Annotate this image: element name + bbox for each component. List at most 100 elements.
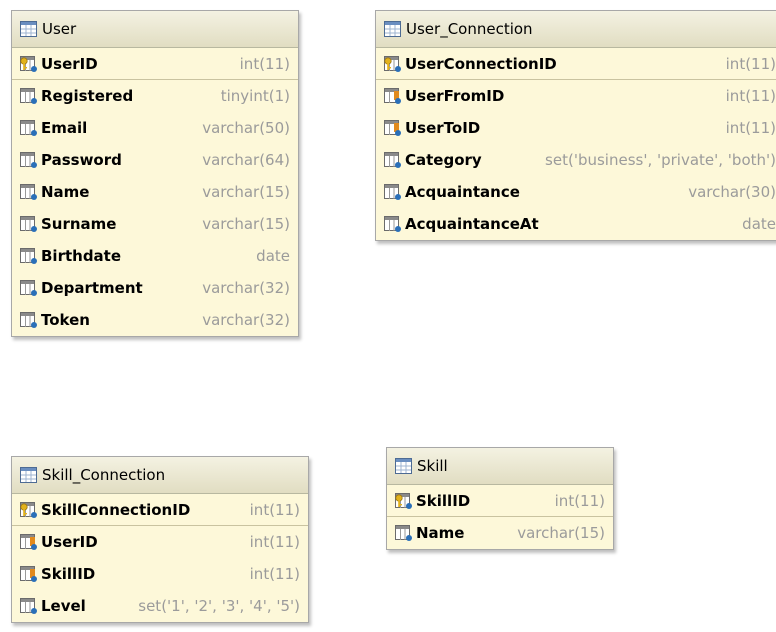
column-name: Token [41,311,90,329]
column-name: Surname [41,215,117,233]
column-icon [384,216,401,232]
column-row[interactable]: SkillID int(11) [387,485,613,517]
column-row[interactable]: Token varchar(32) [12,304,298,336]
column-row[interactable]: UserConnectionID int(11) [376,48,776,80]
column-type: date [256,247,290,265]
column-row[interactable]: AcquaintanceAt date [376,208,776,240]
column-row[interactable]: Acquaintance varchar(30) [376,176,776,208]
table-header[interactable]: User [12,11,298,48]
table-header[interactable]: Skill_Connection [12,457,308,494]
column-icon [20,280,37,296]
foreign-key-icon [20,566,37,582]
foreign-key-icon [384,120,401,136]
column-type: int(11) [554,491,605,510]
column-icon [20,184,37,200]
column-name: UserID [41,54,98,73]
column-type: int(11) [249,565,300,583]
column-type: varchar(15) [202,183,290,201]
column-row[interactable]: UserFromID int(11) [376,80,776,112]
column-type: int(11) [239,54,290,73]
table-user[interactable]: User UserID int(11) Registered tinyint(1… [11,10,299,337]
table-header[interactable]: User_Connection [376,11,776,48]
column-name: AcquaintanceAt [405,215,539,233]
column-name: SkillConnectionID [41,500,191,519]
column-row[interactable]: Email varchar(50) [12,112,298,144]
column-icon [20,598,37,614]
table-skill-connection[interactable]: Skill_Connection SkillConnectionID int(1… [11,456,309,623]
table-title: User_Connection [406,20,533,38]
column-name: SkillID [41,565,96,583]
column-name: Name [41,183,90,201]
column-type: int(11) [725,87,776,105]
column-name: Department [41,279,143,297]
column-name: Acquaintance [405,183,520,201]
column-row[interactable]: SkillConnectionID int(11) [12,494,308,526]
column-icon [20,88,37,104]
column-type: varchar(50) [202,119,290,137]
column-icon [20,216,37,232]
column-type: set('business', 'private', 'both') [545,151,776,169]
column-name: Name [416,524,465,542]
column-type: int(11) [249,500,300,519]
column-row[interactable]: UserID int(11) [12,526,308,558]
table-icon [395,458,412,474]
column-name: Level [41,597,86,615]
column-name: Category [405,151,482,169]
column-icon [20,248,37,264]
column-icon [384,184,401,200]
column-type: varchar(64) [202,151,290,169]
column-row[interactable]: Birthdate date [12,240,298,272]
table-icon [20,21,37,37]
column-icon [384,152,401,168]
column-type: varchar(32) [202,279,290,297]
column-type: tinyint(1) [220,87,290,105]
column-type: int(11) [725,54,776,73]
column-type: set('1', '2', '3', '4', '5') [138,597,300,615]
table-icon [384,21,401,37]
table-title: User [42,20,77,38]
foreign-key-icon [20,534,37,550]
column-row[interactable]: Name varchar(15) [12,176,298,208]
column-type: varchar(15) [202,215,290,233]
table-title: Skill [417,457,448,475]
column-row[interactable]: Name varchar(15) [387,517,613,549]
column-name: UserToID [405,119,481,137]
column-icon [20,152,37,168]
column-type: int(11) [725,119,776,137]
column-name: Password [41,151,122,169]
column-icon [20,312,37,328]
column-name: Email [41,119,88,137]
column-name: SkillID [416,491,471,510]
column-row[interactable]: SkillID int(11) [12,558,308,590]
column-row[interactable]: Category set('business', 'private', 'bot… [376,144,776,176]
column-name: UserID [41,533,98,551]
column-row[interactable]: Department varchar(32) [12,272,298,304]
table-title: Skill_Connection [42,466,166,484]
column-name: Registered [41,87,134,105]
column-icon [20,120,37,136]
column-name: UserFromID [405,87,505,105]
column-type: varchar(30) [688,183,776,201]
primary-key-icon [395,493,412,509]
column-icon [395,525,412,541]
column-row[interactable]: Surname varchar(15) [12,208,298,240]
column-type: varchar(32) [202,311,290,329]
column-row[interactable]: UserID int(11) [12,48,298,80]
column-name: UserConnectionID [405,54,557,73]
primary-key-icon [20,56,37,72]
column-row[interactable]: UserToID int(11) [376,112,776,144]
column-type: int(11) [249,533,300,551]
column-type: varchar(15) [517,524,605,542]
column-row[interactable]: Registered tinyint(1) [12,80,298,112]
diagram-canvas: User UserID int(11) Registered tinyint(1… [0,0,776,632]
table-icon [20,467,37,483]
column-type: date [742,215,776,233]
table-header[interactable]: Skill [387,448,613,485]
column-name: Birthdate [41,247,122,265]
column-row[interactable]: Level set('1', '2', '3', '4', '5') [12,590,308,622]
foreign-key-icon [384,88,401,104]
table-skill[interactable]: Skill SkillID int(11) Name varchar(15) [386,447,614,550]
table-user-connection[interactable]: User_Connection UserConnectionID int(11)… [375,10,776,241]
primary-key-icon [384,56,401,72]
column-row[interactable]: Password varchar(64) [12,144,298,176]
